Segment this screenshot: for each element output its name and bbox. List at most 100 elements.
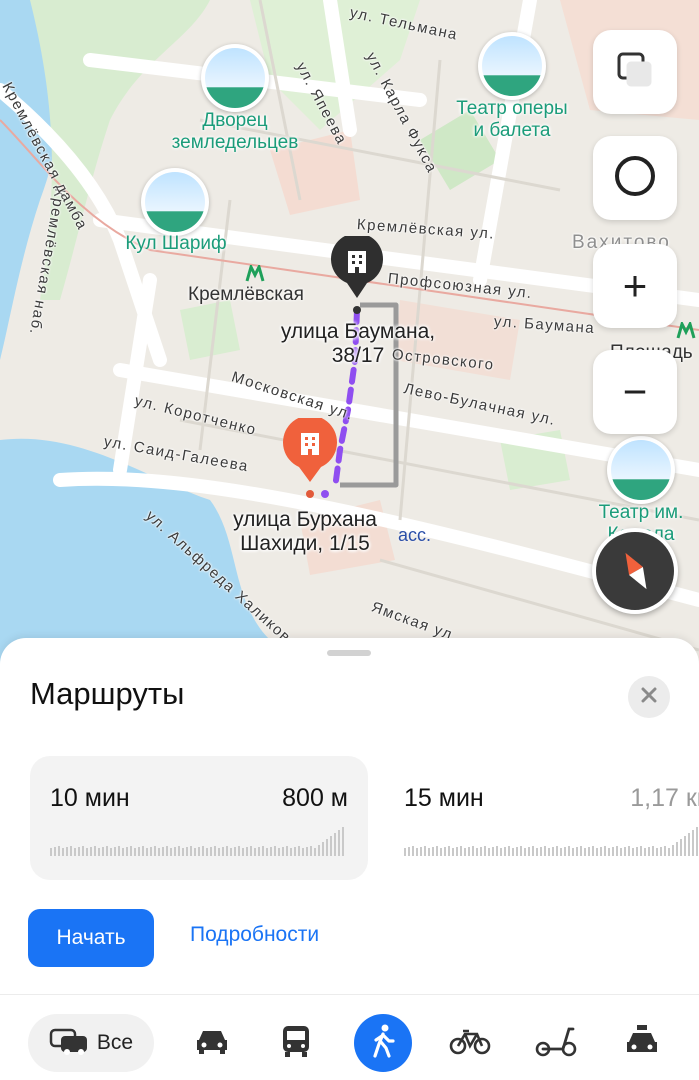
mode-car[interactable] [190, 1014, 234, 1072]
elevation-bar [572, 848, 574, 856]
elevation-bar [62, 848, 64, 856]
elevation-bar [182, 848, 184, 856]
elevation-bar [238, 846, 240, 856]
elevation-bar [592, 846, 594, 856]
elevation-bar [318, 845, 320, 856]
elevation-bar [58, 846, 60, 856]
elevation-bar [314, 848, 316, 856]
elevation-bar [226, 846, 228, 856]
mode-all[interactable]: Все [28, 1014, 154, 1072]
elevation-bar [166, 846, 168, 856]
elevation-bar [444, 847, 446, 856]
sheet-grabber[interactable] [327, 650, 371, 656]
elevation-bar [106, 846, 108, 856]
elevation-bar [544, 846, 546, 856]
elevation-bar [146, 848, 148, 856]
elevation-bar [600, 847, 602, 856]
elevation-bar [464, 848, 466, 856]
elevation-bar [278, 848, 280, 856]
start-pin[interactable] [330, 233, 384, 300]
elevation-bar [540, 847, 542, 856]
zoom-out-button[interactable]: − [593, 350, 677, 434]
elevation-bar [230, 848, 232, 856]
mode-bus[interactable] [274, 1014, 318, 1072]
elevation-bar [460, 846, 462, 856]
elevation-bar [492, 847, 494, 856]
elevation-bar [648, 847, 650, 856]
layers-button[interactable] [593, 30, 677, 114]
elevation-bar [516, 847, 518, 856]
elevation-bar [206, 848, 208, 856]
elevation-bar [416, 848, 418, 856]
elevation-bar [656, 848, 658, 856]
elevation-bar [162, 847, 164, 856]
compass-button[interactable] [592, 528, 678, 614]
elevation-bar [262, 846, 264, 856]
theatre-icon[interactable] [478, 32, 546, 100]
elevation-bar [330, 836, 332, 856]
elevation-bar [428, 848, 430, 856]
elevation-bar [78, 847, 80, 856]
elevation-bar [118, 846, 120, 856]
poi-label[interactable]: Кул Шариф [106, 233, 246, 255]
poi-label[interactable]: Дворец земледельцев [150, 110, 320, 154]
route-option[interactable]: 15 мин 1,17 км [384, 756, 699, 880]
routes-sheet: Маршруты 10 мин 800 м 15 мин 1,17 км Нач… [0, 638, 699, 1080]
elevation-bar [270, 847, 272, 856]
elevation-bar [170, 848, 172, 856]
zoom-in-button[interactable]: + [593, 244, 677, 328]
elevation-bar [98, 848, 100, 856]
elevation-bar [102, 847, 104, 856]
location-button[interactable] [593, 136, 677, 220]
elevation-profile [404, 827, 699, 856]
elevation-bar [142, 846, 144, 856]
mode-bike[interactable] [446, 1014, 494, 1072]
start-pin-label: улица Баумана, 38/17 [280, 320, 436, 367]
end-pin[interactable] [282, 415, 338, 484]
elevation-bar [556, 846, 558, 856]
elevation-bar [110, 848, 112, 856]
elevation-bar [322, 842, 324, 856]
elevation-bar [254, 848, 256, 856]
elevation-bar [424, 846, 426, 856]
palace-icon[interactable] [201, 44, 269, 112]
elevation-bar [310, 846, 312, 856]
elevation-bar [552, 847, 554, 856]
plus-icon: + [622, 262, 648, 309]
mode-scooter[interactable] [532, 1014, 580, 1072]
close-icon [641, 687, 657, 708]
start-button[interactable]: Начать [28, 909, 154, 967]
route-distance: 800 м [282, 784, 348, 812]
elevation-bar [524, 848, 526, 856]
elevation-bar [504, 847, 506, 856]
elevation-bar [644, 848, 646, 856]
elevation-bar [342, 827, 344, 856]
elevation-bar [564, 847, 566, 856]
divider [0, 994, 699, 995]
route-option[interactable]: 10 мин 800 м [30, 756, 368, 880]
poi-label[interactable]: Театр оперы и балета [435, 98, 589, 142]
mode-taxi[interactable] [620, 1014, 664, 1072]
mode-walk[interactable] [354, 1014, 412, 1072]
elevation-bar [636, 847, 638, 856]
map-view[interactable]: ул. Тельмана ул. Карла Фукса ул. Япеева … [0, 0, 699, 700]
close-button[interactable] [628, 676, 670, 718]
elevation-bar [488, 848, 490, 856]
theatre-icon[interactable] [607, 436, 675, 504]
elevation-bar [408, 847, 410, 856]
elevation-bar [198, 847, 200, 856]
minus-icon: − [622, 368, 648, 415]
elevation-bar [484, 846, 486, 856]
elevation-bar [246, 847, 248, 856]
elevation-bar [250, 846, 252, 856]
mosque-icon[interactable] [141, 168, 209, 236]
details-link[interactable]: Подробности [190, 923, 319, 947]
elevation-bar [604, 846, 606, 856]
elevation-bar [412, 846, 414, 856]
elevation-bar [560, 848, 562, 856]
elevation-bar [66, 847, 68, 856]
elevation-bar [620, 848, 622, 856]
elevation-bar [194, 848, 196, 856]
elevation-bar [432, 847, 434, 856]
metro-label[interactable]: Кремлёвская [188, 284, 304, 306]
